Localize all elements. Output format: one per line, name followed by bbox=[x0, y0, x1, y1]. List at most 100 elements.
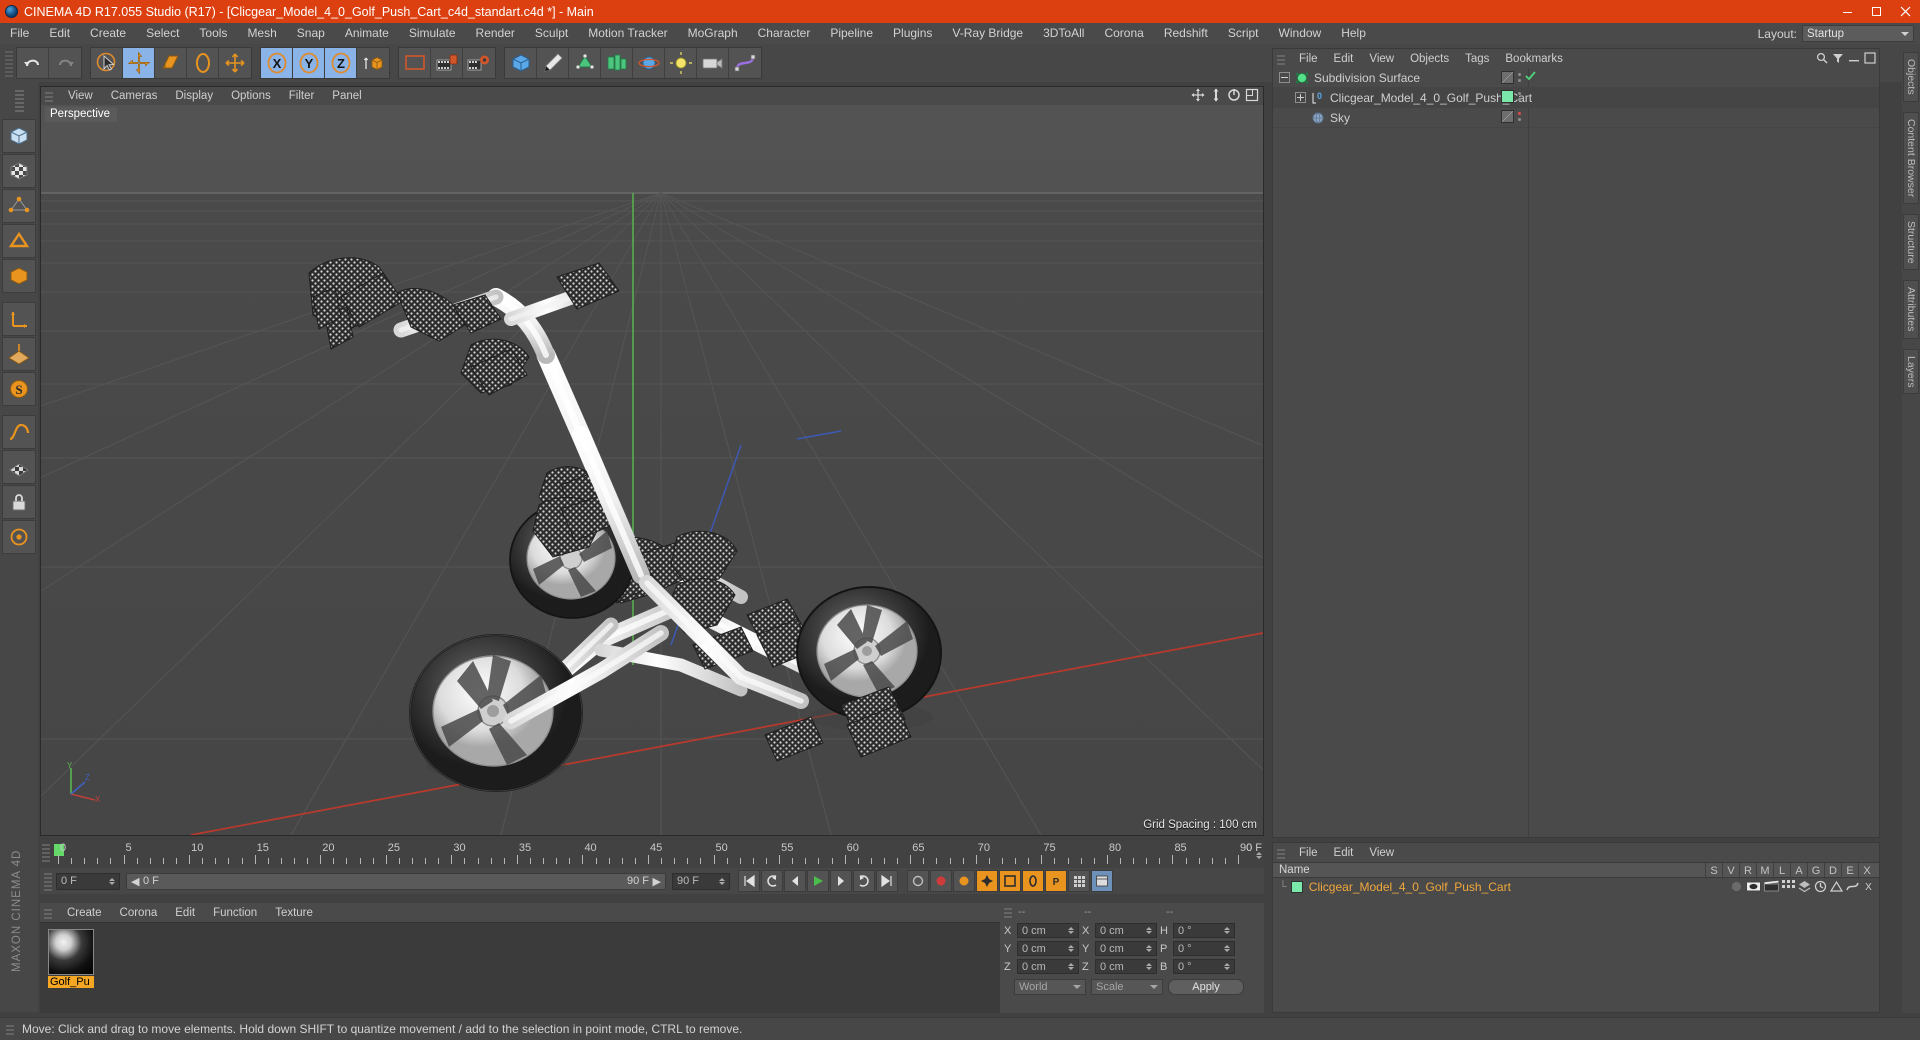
coord-size-x-field[interactable]: 0 cm bbox=[1095, 923, 1157, 938]
menu-window[interactable]: Window bbox=[1269, 23, 1332, 44]
viewport-menu-panel[interactable]: Panel bbox=[323, 90, 370, 102]
scale-icon[interactable] bbox=[155, 48, 187, 78]
parameter-key-icon[interactable]: P bbox=[1045, 870, 1067, 892]
step-forward-icon[interactable] bbox=[830, 870, 852, 892]
deformer-toggle-icon[interactable] bbox=[1846, 880, 1859, 896]
viewport-menu-filter[interactable]: Filter bbox=[280, 90, 324, 102]
toolbar-grip[interactable] bbox=[5, 49, 13, 77]
tree-expander-plus[interactable] bbox=[1295, 92, 1306, 103]
array-icon[interactable] bbox=[601, 48, 633, 78]
mograph-icon[interactable] bbox=[1782, 880, 1795, 896]
menu-vray-bridge[interactable]: V-Ray Bridge bbox=[942, 23, 1033, 44]
search-icon[interactable] bbox=[1816, 52, 1828, 67]
dock-tab-layers[interactable]: Layers bbox=[1903, 348, 1919, 395]
column-r[interactable]: R bbox=[1739, 863, 1756, 879]
column-g[interactable]: G bbox=[1807, 863, 1824, 879]
cube-primitive-icon[interactable] bbox=[505, 48, 537, 78]
object-manager-tree[interactable]: Subdivision Surface 0 Clicgear_Model_4_0… bbox=[1273, 68, 1879, 837]
keyframe-selection-icon[interactable] bbox=[953, 870, 975, 892]
attribute-menu-edit[interactable]: Edit bbox=[1326, 847, 1362, 859]
x-axis-icon[interactable]: X bbox=[261, 48, 293, 78]
column-e[interactable]: E bbox=[1841, 863, 1858, 879]
menu-help[interactable]: Help bbox=[1331, 23, 1376, 44]
menu-file[interactable]: File bbox=[0, 23, 39, 44]
y-axis-icon[interactable]: Y bbox=[293, 48, 325, 78]
visibility-dots[interactable] bbox=[1518, 112, 1521, 121]
object-menu-file[interactable]: File bbox=[1291, 53, 1326, 65]
menu-select[interactable]: Select bbox=[136, 23, 189, 44]
column-x[interactable]: X bbox=[1858, 863, 1875, 879]
rotation-key-icon[interactable] bbox=[1022, 870, 1044, 892]
object-row-sky[interactable]: Sky bbox=[1273, 108, 1879, 128]
timeline-panel-icon[interactable] bbox=[1091, 870, 1113, 892]
size-mode-select[interactable]: Scale bbox=[1091, 979, 1163, 995]
material-menu-corona[interactable]: Corona bbox=[111, 907, 167, 919]
timeline-ruler[interactable]: 0 5 10 15 20 25 30 35 40 45 50 55 60 65 70 75 80 85 90 bbox=[54, 842, 1260, 866]
material-manager-body[interactable]: Golf_Pu bbox=[40, 922, 1000, 1013]
dock-tab-structure[interactable]: Structure bbox=[1903, 213, 1919, 271]
quantize-icon[interactable] bbox=[2, 415, 36, 449]
column-a[interactable]: A bbox=[1790, 863, 1807, 879]
play-icon[interactable] bbox=[807, 870, 829, 892]
coord-pos-z-field[interactable]: 0 cm bbox=[1017, 959, 1079, 974]
visibility-dots[interactable] bbox=[1518, 72, 1521, 82]
menu-character[interactable]: Character bbox=[748, 23, 821, 44]
spline-pen-icon[interactable] bbox=[537, 48, 569, 78]
axis-mode-icon[interactable] bbox=[2, 302, 36, 336]
column-l[interactable]: L bbox=[1773, 863, 1790, 879]
current-frame-field[interactable]: 0 F bbox=[56, 872, 120, 890]
maximize-view-icon[interactable] bbox=[1245, 88, 1259, 105]
column-s[interactable]: S bbox=[1705, 863, 1722, 879]
display-mode-tag-icon[interactable] bbox=[1501, 70, 1514, 84]
world-object-axis-icon[interactable] bbox=[357, 48, 389, 78]
camera-icon[interactable] bbox=[697, 48, 729, 78]
rotate-view-icon[interactable] bbox=[1227, 88, 1241, 105]
pan-view-icon[interactable] bbox=[1191, 88, 1205, 105]
attribute-menu-file[interactable]: File bbox=[1291, 847, 1326, 859]
transport-grip[interactable] bbox=[44, 871, 52, 891]
render-settings-icon[interactable] bbox=[463, 48, 495, 78]
object-menu-tags[interactable]: Tags bbox=[1457, 53, 1497, 65]
generator-icon[interactable] bbox=[1829, 880, 1844, 896]
material-manager-grip[interactable] bbox=[44, 906, 52, 919]
minimize-panel-icon[interactable] bbox=[1848, 52, 1860, 67]
coord-size-y-field[interactable]: 0 cm bbox=[1095, 941, 1157, 956]
redo-icon[interactable] bbox=[49, 48, 81, 78]
material-menu-texture[interactable]: Texture bbox=[266, 907, 322, 919]
menu-simulate[interactable]: Simulate bbox=[399, 23, 466, 44]
attribute-menu-view[interactable]: View bbox=[1361, 847, 1402, 859]
material-tag-icon[interactable] bbox=[1501, 90, 1514, 103]
menu-sculpt[interactable]: Sculpt bbox=[525, 23, 578, 44]
object-menu-edit[interactable]: Edit bbox=[1326, 53, 1362, 65]
coord-size-z-field[interactable]: 0 cm bbox=[1095, 959, 1157, 974]
animate-icon[interactable] bbox=[1814, 880, 1827, 896]
lock-icon[interactable] bbox=[2, 485, 36, 519]
coord-pos-y-field[interactable]: 0 cm bbox=[1017, 941, 1079, 956]
menu-redshift[interactable]: Redshift bbox=[1154, 23, 1218, 44]
deformer-icon[interactable] bbox=[729, 48, 761, 78]
texture-mode-icon[interactable] bbox=[2, 154, 36, 188]
layout-select[interactable]: Startup bbox=[1802, 25, 1914, 42]
column-d[interactable]: D bbox=[1824, 863, 1841, 879]
coord-rot-p-field[interactable]: 0 ° bbox=[1173, 941, 1235, 956]
material-menu-function[interactable]: Function bbox=[204, 907, 266, 919]
minimize-icon[interactable] bbox=[1833, 0, 1862, 23]
workplane-icon[interactable] bbox=[2, 337, 36, 371]
edges-mode-icon[interactable] bbox=[2, 224, 36, 258]
visibility-icon[interactable] bbox=[1746, 880, 1761, 896]
menu-create[interactable]: Create bbox=[80, 23, 136, 44]
close-panel-icon[interactable] bbox=[1864, 52, 1876, 67]
attribute-manager-grip[interactable] bbox=[1277, 846, 1285, 859]
move-alt-icon[interactable] bbox=[219, 48, 251, 78]
goto-start-icon[interactable] bbox=[738, 870, 760, 892]
record-active-objects-icon[interactable] bbox=[907, 870, 929, 892]
solo-dot-icon[interactable] bbox=[1730, 880, 1743, 896]
render-view-icon[interactable] bbox=[399, 48, 431, 78]
rotate-icon[interactable] bbox=[187, 48, 219, 78]
menu-tools[interactable]: Tools bbox=[189, 23, 237, 44]
menu-mograph[interactable]: MoGraph bbox=[678, 23, 748, 44]
menu-motion-tracker[interactable]: Motion Tracker bbox=[578, 23, 677, 44]
pla-key-icon[interactable] bbox=[1068, 870, 1090, 892]
step-back-keyframe-icon[interactable] bbox=[761, 870, 783, 892]
timeline-grip[interactable] bbox=[42, 844, 50, 862]
